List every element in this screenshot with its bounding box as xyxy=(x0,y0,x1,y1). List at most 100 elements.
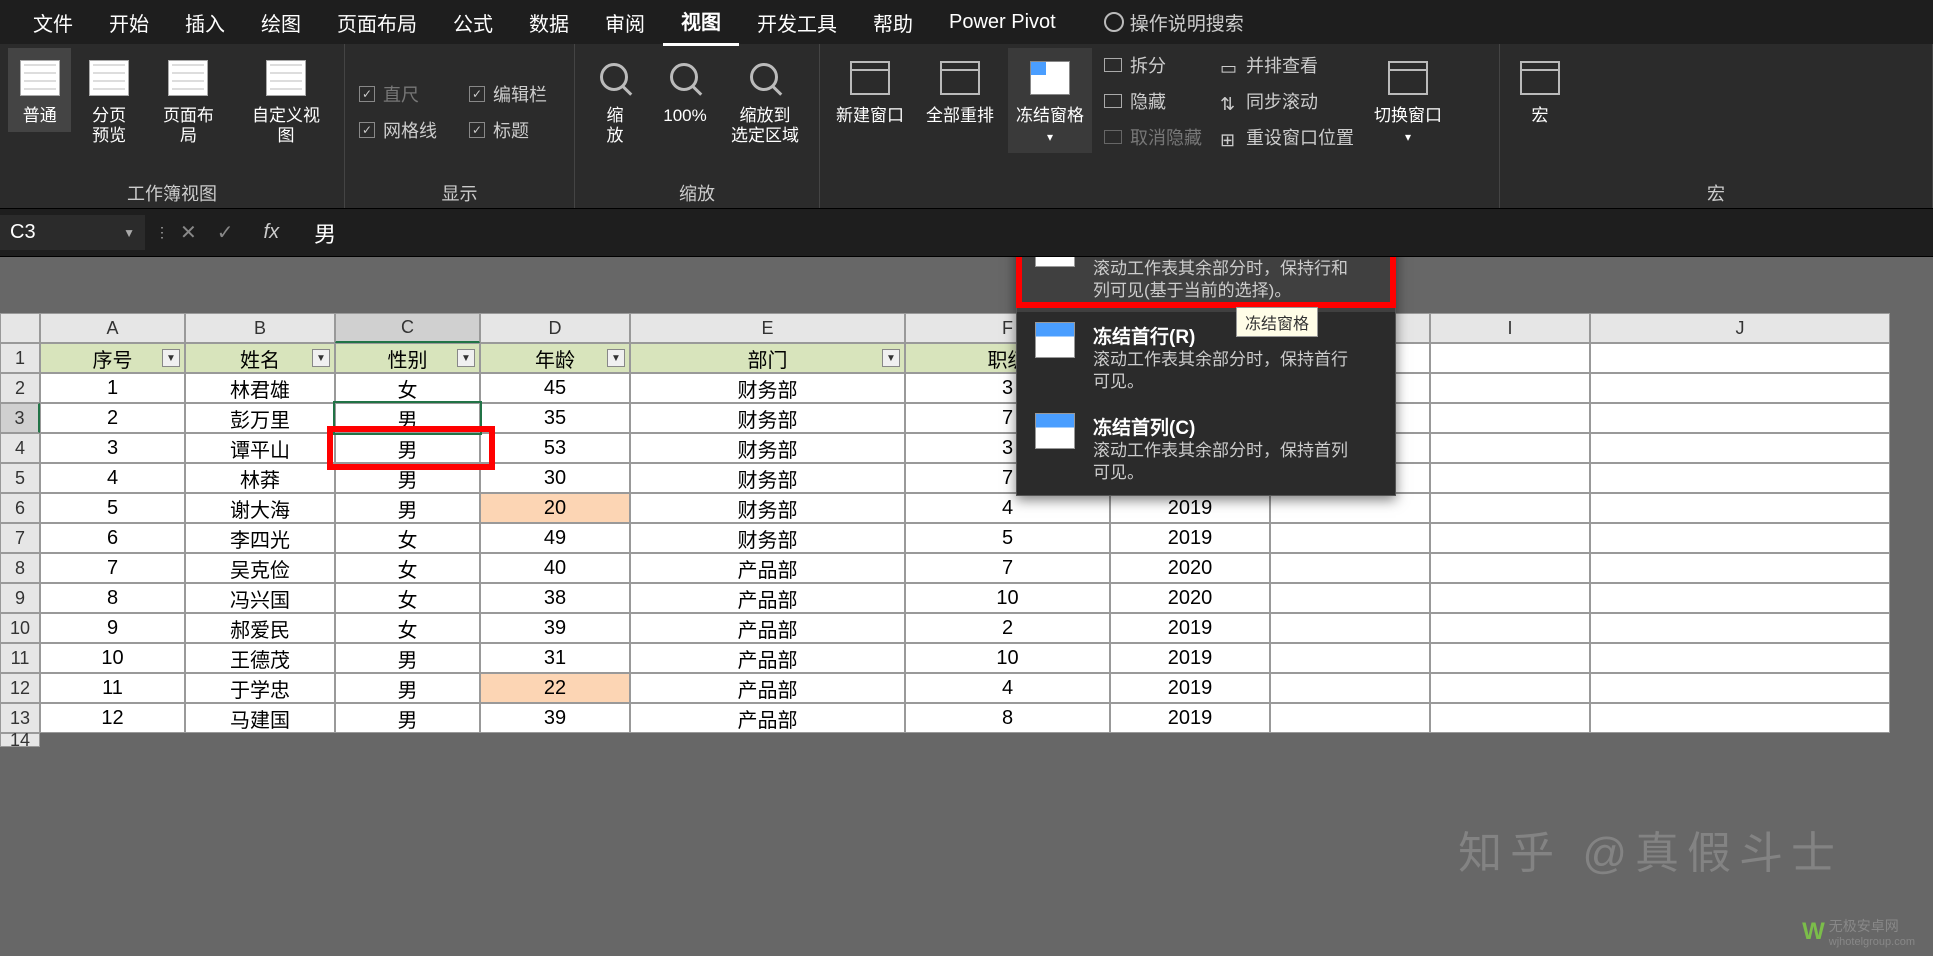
cell-F11[interactable]: 10 xyxy=(905,643,1110,673)
cell-A3[interactable]: 2 xyxy=(40,403,185,433)
row-head-9[interactable]: 9 xyxy=(0,583,40,613)
cell-G8[interactable]: 2020 xyxy=(1110,553,1270,583)
cell-B1[interactable]: 姓名▼ xyxy=(185,343,335,373)
menu-tab-开发工具[interactable]: 开发工具 xyxy=(739,0,855,45)
cell-I11[interactable] xyxy=(1430,643,1590,673)
cell-H12[interactable] xyxy=(1270,673,1430,703)
freeze-option-1[interactable]: 冻结首行(R)滚动工作表其余部分时，保持首行可见。 xyxy=(1017,312,1395,403)
menu-tab-插入[interactable]: 插入 xyxy=(167,0,243,45)
filter-arrow-icon[interactable]: ▼ xyxy=(312,349,330,367)
select-all-corner[interactable] xyxy=(0,313,40,343)
cell-B2[interactable]: 林君雄 xyxy=(185,373,335,403)
cell-J2[interactable] xyxy=(1590,373,1890,403)
view-custom-button[interactable]: 自定义视图 xyxy=(236,48,336,153)
cell-C5[interactable]: 男 xyxy=(335,463,480,493)
cell-I1[interactable] xyxy=(1430,343,1590,373)
cell-H7[interactable] xyxy=(1270,523,1430,553)
cell-G6[interactable]: 2019 xyxy=(1110,493,1270,523)
col-head-C[interactable]: C xyxy=(335,313,480,343)
cell-C3[interactable]: 男 xyxy=(335,403,480,433)
row-head-14[interactable]: 14 xyxy=(0,733,40,747)
menu-tab-审阅[interactable]: 审阅 xyxy=(587,0,663,45)
cell-B11[interactable]: 王德茂 xyxy=(185,643,335,673)
zoom-selection-button[interactable]: 缩放到 选定区域 xyxy=(723,48,807,153)
cell-B6[interactable]: 谢大海 xyxy=(185,493,335,523)
cell-J10[interactable] xyxy=(1590,613,1890,643)
cell-D13[interactable]: 39 xyxy=(480,703,630,733)
row-head-3[interactable]: 3 xyxy=(0,403,40,433)
cell-A8[interactable]: 7 xyxy=(40,553,185,583)
cell-C6[interactable]: 男 xyxy=(335,493,480,523)
freeze-panes-button[interactable]: 冻结窗格▾ xyxy=(1008,48,1092,153)
cell-F7[interactable]: 5 xyxy=(905,523,1110,553)
macros-button[interactable]: 宏 xyxy=(1508,48,1572,132)
cell-B3[interactable]: 彭万里 xyxy=(185,403,335,433)
col-head-A[interactable]: A xyxy=(40,313,185,343)
cell-J8[interactable] xyxy=(1590,553,1890,583)
cell-A1[interactable]: 序号▼ xyxy=(40,343,185,373)
cell-C2[interactable]: 女 xyxy=(335,373,480,403)
chk-gridlines[interactable]: 网格线 xyxy=(359,117,437,143)
cell-G12[interactable]: 2019 xyxy=(1110,673,1270,703)
side-by-side-button[interactable]: ▭并排查看 xyxy=(1220,52,1354,78)
chk-ruler[interactable]: 直尺 xyxy=(359,81,437,107)
split-button[interactable]: 拆分 xyxy=(1104,52,1202,78)
menu-tab-公式[interactable]: 公式 xyxy=(435,0,511,45)
row-head-1[interactable]: 1 xyxy=(0,343,40,373)
cell-I8[interactable] xyxy=(1430,553,1590,583)
cell-J6[interactable] xyxy=(1590,493,1890,523)
unhide-button[interactable]: 取消隐藏 xyxy=(1104,124,1202,150)
chk-formula-bar[interactable]: 编辑栏 xyxy=(469,81,547,107)
sync-scroll-button[interactable]: ⇅同步滚动 xyxy=(1220,88,1354,114)
cell-H10[interactable] xyxy=(1270,613,1430,643)
cell-I10[interactable] xyxy=(1430,613,1590,643)
cell-G7[interactable]: 2019 xyxy=(1110,523,1270,553)
cell-I2[interactable] xyxy=(1430,373,1590,403)
row-head-2[interactable]: 2 xyxy=(0,373,40,403)
cell-E7[interactable]: 财务部 xyxy=(630,523,905,553)
view-pagebreak-button[interactable]: 分页 预览 xyxy=(77,48,140,153)
cell-E4[interactable]: 财务部 xyxy=(630,433,905,463)
menu-tab-视图[interactable]: 视图 xyxy=(663,0,739,46)
namebox-resize[interactable]: ⋮ xyxy=(155,224,165,241)
cell-I7[interactable] xyxy=(1430,523,1590,553)
cell-D10[interactable]: 39 xyxy=(480,613,630,643)
cell-C12[interactable]: 男 xyxy=(335,673,480,703)
filter-arrow-icon[interactable]: ▼ xyxy=(457,349,475,367)
col-head-E[interactable]: E xyxy=(630,313,905,343)
cell-H9[interactable] xyxy=(1270,583,1430,613)
cell-D12[interactable]: 22 xyxy=(480,673,630,703)
cell-J7[interactable] xyxy=(1590,523,1890,553)
cell-A2[interactable]: 1 xyxy=(40,373,185,403)
cell-E9[interactable]: 产品部 xyxy=(630,583,905,613)
cell-A12[interactable]: 11 xyxy=(40,673,185,703)
cell-C11[interactable]: 男 xyxy=(335,643,480,673)
cell-E8[interactable]: 产品部 xyxy=(630,553,905,583)
name-box[interactable]: C3▼ xyxy=(0,215,145,250)
cell-I12[interactable] xyxy=(1430,673,1590,703)
cell-D8[interactable]: 40 xyxy=(480,553,630,583)
cell-E3[interactable]: 财务部 xyxy=(630,403,905,433)
cell-D6[interactable]: 20 xyxy=(480,493,630,523)
cell-D3[interactable]: 35 xyxy=(480,403,630,433)
freeze-option-2[interactable]: 冻结首列(C)滚动工作表其余部分时，保持首列可见。 xyxy=(1017,403,1395,494)
menu-tab-帮助[interactable]: 帮助 xyxy=(855,0,931,45)
row-head-7[interactable]: 7 xyxy=(0,523,40,553)
cell-G11[interactable]: 2019 xyxy=(1110,643,1270,673)
fx-button[interactable]: fx xyxy=(249,221,295,244)
cell-A10[interactable]: 9 xyxy=(40,613,185,643)
cell-A13[interactable]: 12 xyxy=(40,703,185,733)
cell-A7[interactable]: 6 xyxy=(40,523,185,553)
cell-H13[interactable] xyxy=(1270,703,1430,733)
cancel-icon[interactable]: ✕ xyxy=(180,220,197,245)
menu-tab-页面布局[interactable]: 页面布局 xyxy=(319,0,435,45)
tell-me-search[interactable]: 操作说明搜索 xyxy=(1074,9,1244,36)
col-head-I[interactable]: I xyxy=(1430,313,1590,343)
row-head-8[interactable]: 8 xyxy=(0,553,40,583)
menu-tab-数据[interactable]: 数据 xyxy=(511,0,587,45)
cell-J5[interactable] xyxy=(1590,463,1890,493)
cell-F6[interactable]: 4 xyxy=(905,493,1110,523)
col-head-B[interactable]: B xyxy=(185,313,335,343)
arrange-all-button[interactable]: 全部重排 xyxy=(918,48,1002,132)
zoom-button[interactable]: 缩 放 xyxy=(583,48,647,153)
